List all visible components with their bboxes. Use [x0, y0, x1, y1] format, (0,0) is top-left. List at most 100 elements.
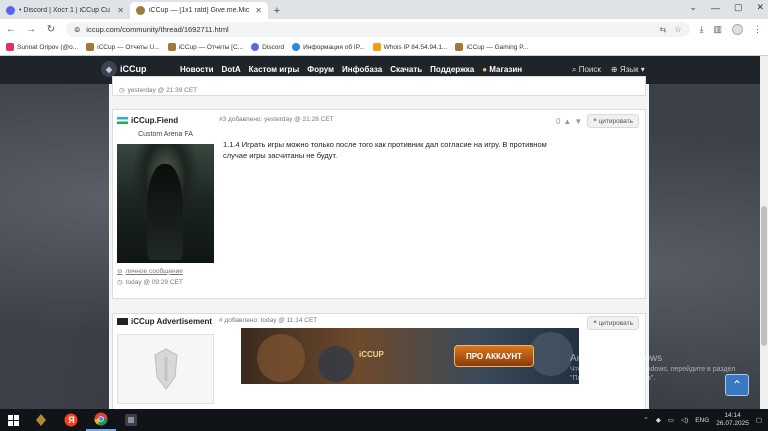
quote-button[interactable]: ❝ цитировать — [587, 114, 639, 128]
network-icon[interactable]: ▭ — [668, 416, 674, 424]
instagram-icon — [6, 43, 14, 51]
side-panel-icon[interactable]: ▥ — [713, 24, 722, 35]
keyboard-language[interactable]: ENG — [695, 417, 709, 424]
nav-forum[interactable]: Форум — [307, 65, 334, 74]
tab-iccup[interactable]: iCCup — [1x1 ratd] Give.me.Mic ✕ — [130, 2, 268, 19]
iccup-logo-icon: ◈ — [101, 61, 117, 77]
download-icon[interactable]: ⤓ — [700, 24, 704, 35]
thumbs-up-icon[interactable]: ▲ — [563, 117, 571, 126]
globe-icon — [292, 43, 301, 51]
tray-app-icon[interactable]: ◆ — [656, 416, 661, 424]
browser-tab-bar: • Discord | Хост 1 | iCCup Cu ✕ iCCup — … — [0, 0, 768, 19]
svg-text:Я: Я — [68, 415, 74, 425]
nav-news[interactable]: Новости — [180, 65, 214, 74]
bookmark-item[interactable]: iCCup — Отчеты [C... — [167, 43, 243, 51]
discord-icon — [251, 43, 260, 51]
post-body: 1.1.4 Играть игры можно только после тог… — [223, 140, 547, 160]
close-tab-icon[interactable]: ✕ — [117, 6, 124, 15]
scrollbar-thumb[interactable] — [761, 206, 767, 346]
windows-activation-watermark: Активация Windows Чтобы активировать Win… — [570, 353, 736, 382]
back-icon[interactable]: ← — [6, 24, 16, 35]
post-author: iCCup Advertisement — [117, 317, 214, 404]
nav-right: ⌕ Поиск ⊕ Язык ▾ — [572, 65, 645, 75]
bookmark-item[interactable]: iCCup — Gaming P... — [455, 43, 528, 51]
tab-search-icon[interactable]: ⌄ — [689, 2, 697, 13]
bookmark-item[interactable]: Whois IP 84.54.94.1... — [372, 43, 447, 51]
post-header: # добавлено: today @ 11:14 CET — [219, 317, 318, 324]
author-title: Custom Arena FA — [138, 131, 193, 138]
nav-dota[interactable]: DotA — [222, 65, 241, 74]
site-logo[interactable]: ◈ iCCup — [101, 61, 147, 77]
menu-icon[interactable]: ⋮ — [753, 24, 762, 35]
translate-icon[interactable]: ⇆ — [660, 25, 667, 34]
window-controls: ⌄ — ▢ ✕ — [689, 2, 764, 13]
main-menu: Новости DotA Кастом игры Форум Инфобаза … — [180, 65, 522, 74]
bookmark-item[interactable]: Discord — [251, 43, 284, 51]
quote-button[interactable]: ❝ цитировать — [587, 316, 639, 330]
taskbar-warcraft[interactable] — [26, 409, 56, 431]
url-field[interactable]: ⊜ iccup.com/community/thread/1692711.htm… — [66, 21, 690, 37]
author-name-row: iCCup.Fiend — [117, 116, 214, 125]
forum-post: iCCup.Fiend Custom Arena FA ⊖ личное соо… — [112, 109, 646, 299]
address-bar-row: ← → ↻ ⊜ iccup.com/community/thread/16927… — [0, 19, 768, 39]
coins-icon: ● — [482, 65, 488, 74]
taskbar-chrome[interactable] — [86, 409, 116, 431]
whois-icon — [372, 43, 381, 51]
scroll-to-top-button[interactable]: ⌃ — [725, 374, 749, 396]
avatar-figure — [147, 164, 183, 260]
author-name[interactable]: iCCup.Fiend — [131, 116, 178, 125]
bookmark-item[interactable]: Sunnat Oripov (@o... — [6, 43, 78, 51]
forum-thread: ◷ yesterday @ 21:39 CET iCCup.Fiend Cust… — [109, 76, 649, 409]
post-actions: ❝ цитировать — [587, 316, 639, 330]
site-info-icon[interactable]: ⊜ — [74, 25, 80, 34]
author-avatar[interactable] — [117, 144, 214, 263]
author-name-row: iCCup Advertisement — [117, 317, 214, 326]
search-button[interactable]: ⌕ Поиск — [572, 65, 601, 75]
tab-discord[interactable]: • Discord | Хост 1 | iCCup Cu ✕ — [0, 2, 130, 19]
private-message-link[interactable]: ⊖ личное сообщение — [117, 267, 214, 276]
nav-support[interactable]: Поддержка — [430, 65, 474, 74]
nav-shop[interactable]: ● Магазин — [482, 65, 522, 74]
iccup-favicon-icon — [136, 6, 145, 15]
iccup-icon — [455, 43, 464, 51]
uzbekistan-flag-icon — [117, 117, 128, 124]
close-window-icon[interactable]: ✕ — [756, 2, 764, 13]
post-actions: 0 ▲ ▼ ❝ цитировать — [556, 114, 639, 128]
forward-icon[interactable]: → — [26, 24, 36, 35]
pro-account-button[interactable]: ПРО АККАУНТ — [454, 345, 534, 367]
nav-custom-games[interactable]: Кастом игры — [249, 65, 300, 74]
language-dropdown[interactable]: ⊕ Язык ▾ — [611, 65, 645, 75]
notifications-icon[interactable]: ▢ — [756, 416, 762, 424]
author-name[interactable]: iCCup Advertisement — [131, 317, 212, 326]
tray-overflow-icon[interactable]: ⌃ — [643, 416, 648, 424]
windows-logo-icon — [7, 414, 19, 426]
search-icon: ⌕ — [572, 65, 577, 74]
last-seen: ◷ today @ 09:29 CET — [117, 278, 183, 287]
profile-avatar-icon[interactable] — [732, 23, 743, 35]
volume-icon[interactable]: ◁) — [681, 416, 688, 424]
maximize-icon[interactable]: ▢ — [734, 2, 743, 13]
forum-post: iCCup Advertisement # добавлено: today @… — [112, 313, 646, 409]
yandex-icon: Я — [64, 413, 78, 427]
page-viewport: ◈ iCCup Новости DotA Кастом игры Форум И… — [0, 56, 760, 409]
nav-infobase[interactable]: Инфобаза — [342, 65, 382, 74]
bookmarks-bar: Sunnat Oripov (@o... iCCup — Отчеты U...… — [0, 39, 768, 56]
taskbar-game-client[interactable] — [116, 409, 146, 431]
new-tab-button[interactable]: + — [268, 2, 286, 19]
clock[interactable]: 14:14 26.07.2025 — [716, 412, 749, 428]
bookmark-star-icon[interactable]: ☆ — [674, 25, 681, 34]
thumbs-down-icon[interactable]: ▼ — [574, 117, 582, 126]
nav-download[interactable]: Скачать — [390, 65, 422, 74]
banner-brand: iCCUP — [359, 350, 384, 359]
page-scrollbar[interactable] — [760, 56, 768, 409]
start-button[interactable] — [0, 409, 26, 431]
reload-icon[interactable]: ↻ — [46, 24, 56, 35]
close-tab-icon[interactable]: ✕ — [255, 6, 262, 15]
minimize-icon[interactable]: — — [711, 3, 720, 13]
bookmark-item[interactable]: Информация об IP... — [292, 43, 365, 51]
chevron-up-icon: ⌃ — [731, 378, 743, 392]
iccup-icon — [167, 43, 176, 51]
bookmark-item[interactable]: iCCup — Отчеты U... — [86, 43, 160, 51]
taskbar-yandex-browser[interactable]: Я — [56, 409, 86, 431]
advertisement-banner[interactable]: iCCUP ПРО АККАУНТ — [241, 328, 579, 384]
